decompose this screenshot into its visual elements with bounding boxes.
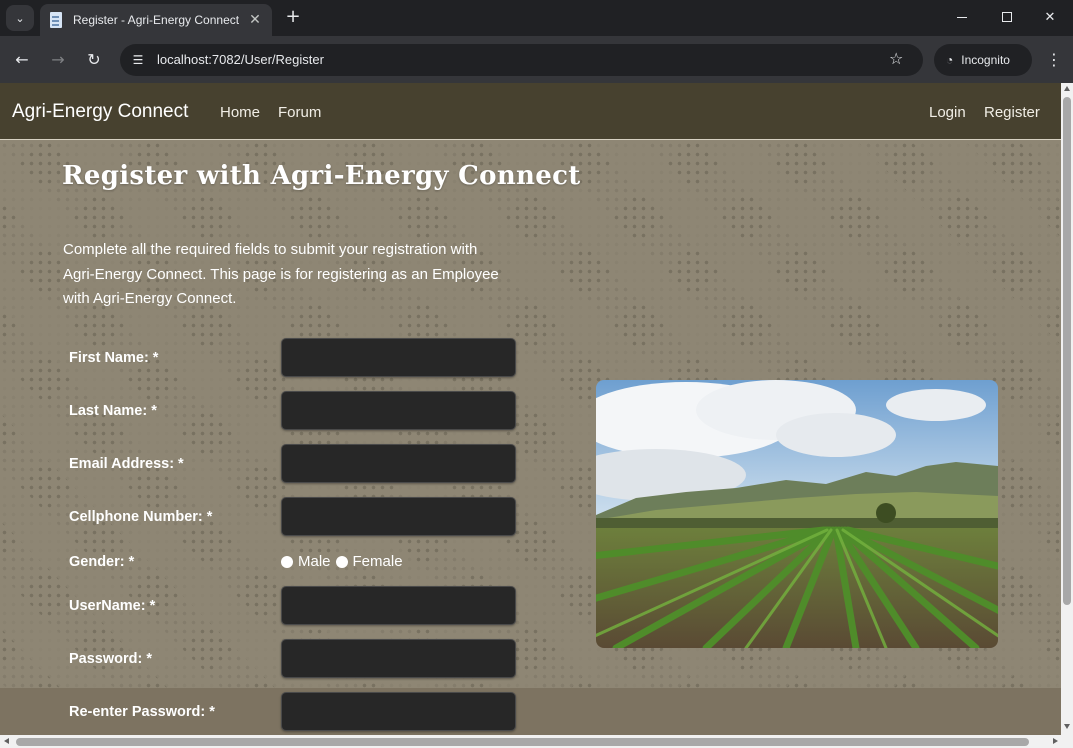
horizontal-scrollbar[interactable] [0, 735, 1073, 748]
email-label: Email Address: * [69, 456, 184, 472]
minimize-icon[interactable] [939, 0, 985, 34]
page-title: Register with Agri-Energy Connect [62, 161, 581, 191]
close-window-icon[interactable]: ✕ [1027, 0, 1073, 34]
intro-text: Complete all the required fields to subm… [63, 241, 499, 307]
favicon-icon [48, 12, 64, 28]
nav-register-link[interactable]: Register [984, 104, 1040, 121]
reenter-password-field[interactable] [281, 692, 516, 731]
male-radio[interactable] [281, 555, 293, 568]
plus-icon[interactable]: + [283, 6, 303, 28]
maximize-icon[interactable] [984, 0, 1030, 34]
female-radio-label[interactable]: Female [353, 553, 403, 570]
brand-link[interactable]: Agri-Energy Connect [12, 101, 188, 123]
password-field[interactable] [281, 639, 516, 678]
forward-arrow-icon[interactable]: → [46, 47, 70, 71]
nav-login-link[interactable]: Login [929, 104, 966, 121]
page-viewport: Agri-Energy Connect Home Forum Login Reg… [0, 83, 1061, 735]
gender-radio-group: Male Female [281, 553, 408, 570]
tab-title: Register - Agri-Energy Connect [73, 13, 240, 27]
password-label: Password: * [69, 651, 152, 667]
kebab-menu-icon[interactable]: ⋮ [1046, 50, 1062, 69]
incognito-label: Incognito [961, 53, 1010, 67]
incognito-icon: ◔ [946, 53, 954, 67]
close-icon[interactable]: ✕ [246, 12, 264, 28]
scroll-up-icon[interactable] [1064, 86, 1070, 91]
gender-label: Gender: * [69, 554, 135, 570]
email-field[interactable] [281, 444, 516, 483]
farm-field-image [596, 380, 998, 648]
username-field[interactable] [281, 586, 516, 625]
site-navbar: Agri-Energy Connect Home Forum Login Reg… [0, 83, 1061, 140]
reenter-password-label: Re-enter Password: * [69, 704, 215, 720]
scroll-right-icon[interactable] [1053, 738, 1058, 744]
browser-tab[interactable]: Register - Agri-Energy Connect ✕ [40, 4, 272, 36]
scroll-left-icon[interactable] [4, 738, 9, 744]
nav-home-link[interactable]: Home [220, 104, 260, 121]
vertical-scroll-thumb[interactable] [1063, 97, 1071, 605]
last-name-field[interactable] [281, 391, 516, 430]
horizontal-scroll-thumb[interactable] [16, 738, 1029, 746]
first-name-field[interactable] [281, 338, 516, 377]
star-icon[interactable]: ☆ [889, 49, 903, 68]
vertical-scrollbar[interactable] [1061, 83, 1073, 735]
url-text[interactable]: localhost:7082/User/Register [157, 52, 324, 67]
last-name-label: Last Name: * [69, 403, 157, 419]
male-radio-label[interactable]: Male [298, 553, 331, 570]
cellphone-label: Cellphone Number: * [69, 509, 213, 525]
incognito-chip[interactable]: ◔ Incognito [934, 44, 1032, 76]
nav-forum-link[interactable]: Forum [278, 104, 321, 121]
tab-search-icon[interactable]: ⌄ [6, 5, 34, 31]
username-label: UserName: * [69, 598, 156, 614]
back-arrow-icon[interactable]: ← [10, 47, 34, 71]
scroll-down-icon[interactable] [1064, 724, 1070, 729]
cellphone-field[interactable] [281, 497, 516, 536]
first-name-label: First Name: * [69, 350, 159, 366]
tab-strip: ⌄ Register - Agri-Energy Connect ✕ + ✕ [0, 0, 1073, 36]
site-info-icon[interactable]: ☰ [128, 50, 148, 70]
female-radio[interactable] [335, 555, 348, 568]
reload-icon[interactable]: ↻ [82, 47, 106, 71]
